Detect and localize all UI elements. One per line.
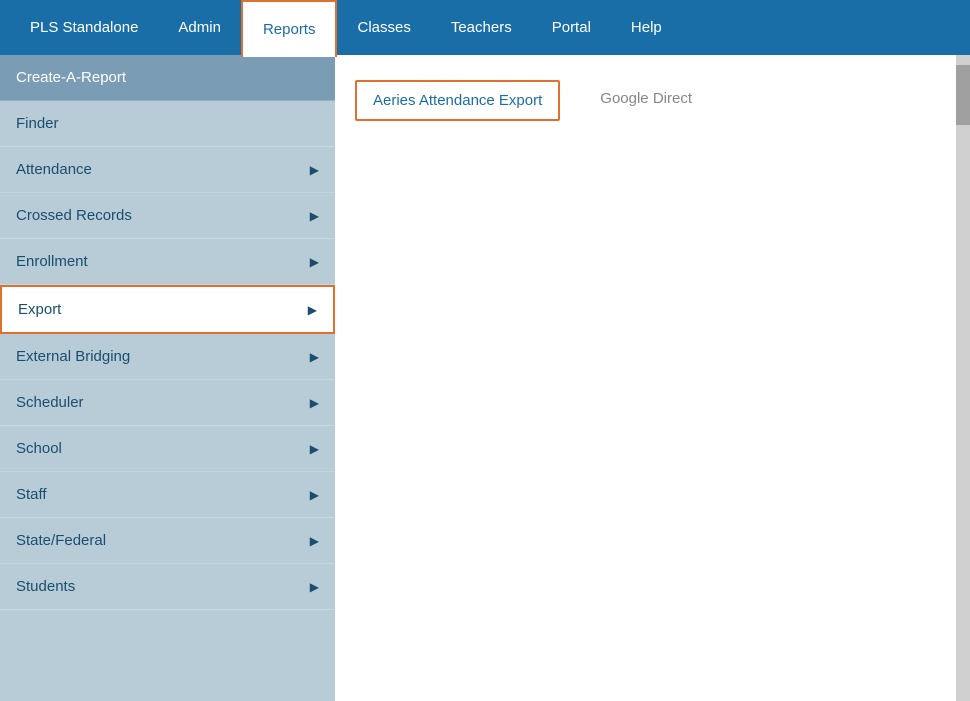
sidebar-item-label-enrollment: Enrollment xyxy=(16,253,88,270)
chevron-icon: ▶ xyxy=(310,209,319,223)
nav-item-teachers[interactable]: Teachers xyxy=(431,0,532,55)
chevron-icon: ▶ xyxy=(308,303,317,317)
sidebar-item-label-scheduler: Scheduler xyxy=(16,394,84,411)
sidebar-item-enrollment[interactable]: Enrollment ▶ xyxy=(0,239,335,285)
sidebar-item-label-external-bridging: External Bridging xyxy=(16,348,130,365)
sidebar-item-students[interactable]: Students ▶ xyxy=(0,564,335,610)
nav-item-pls-standalone[interactable]: PLS Standalone xyxy=(10,0,158,55)
sidebar-item-scheduler[interactable]: Scheduler ▶ xyxy=(0,380,335,426)
chevron-icon: ▶ xyxy=(310,442,319,456)
chevron-icon: ▶ xyxy=(310,488,319,502)
sidebar-item-label-export: Export xyxy=(18,301,61,318)
scrollbar-track[interactable] xyxy=(956,55,970,701)
sidebar-item-label-staff: Staff xyxy=(16,486,47,503)
chevron-icon: ▶ xyxy=(310,255,319,269)
top-nav: PLS StandaloneAdminReportsClassesTeacher… xyxy=(0,0,970,55)
nav-item-help[interactable]: Help xyxy=(611,0,682,55)
nav-item-portal[interactable]: Portal xyxy=(532,0,611,55)
sidebar-item-label-state-federal: State/Federal xyxy=(16,532,106,549)
chevron-icon: ▶ xyxy=(310,534,319,548)
main-area: Create-A-ReportFinderAttendance▶Crossed … xyxy=(0,55,970,701)
sidebar-item-label-create-a-report: Create-A-Report xyxy=(16,69,126,86)
chevron-icon: ▶ xyxy=(310,396,319,410)
sidebar-item-label-attendance: Attendance xyxy=(16,161,92,178)
content-item-google-direct[interactable]: Google Direct xyxy=(600,80,692,117)
sidebar-item-label-crossed-records: Crossed Records xyxy=(16,207,132,224)
sidebar-item-state-federal[interactable]: State/Federal ▶ xyxy=(0,518,335,564)
sidebar-item-create-a-report[interactable]: Create-A-Report xyxy=(0,55,335,101)
sidebar-item-label-school: School xyxy=(16,440,62,457)
chevron-icon: ▶ xyxy=(310,163,319,177)
nav-item-admin[interactable]: Admin xyxy=(158,0,241,55)
chevron-icon: ▶ xyxy=(310,580,319,594)
sidebar-item-external-bridging[interactable]: External Bridging ▶ xyxy=(0,334,335,380)
content-area: Aeries Attendance Export Google Direct xyxy=(335,55,970,701)
chevron-icon: ▶ xyxy=(310,350,319,364)
sidebar-item-crossed-records[interactable]: Crossed Records ▶ xyxy=(0,193,335,239)
nav-item-classes[interactable]: Classes xyxy=(337,0,430,55)
sidebar-item-staff[interactable]: Staff ▶ xyxy=(0,472,335,518)
sidebar-item-finder[interactable]: Finder xyxy=(0,101,335,147)
sidebar-item-export[interactable]: Export ▶ xyxy=(0,285,335,334)
sidebar-item-attendance[interactable]: Attendance ▶ xyxy=(0,147,335,193)
sidebar: Create-A-ReportFinderAttendance▶Crossed … xyxy=(0,55,335,701)
sidebar-item-label-finder: Finder xyxy=(16,115,59,132)
sidebar-item-label-students: Students xyxy=(16,578,75,595)
nav-item-reports[interactable]: Reports xyxy=(241,0,338,57)
content-item-aeries-attendance-export[interactable]: Aeries Attendance Export xyxy=(355,80,560,121)
scrollbar-thumb[interactable] xyxy=(956,65,970,125)
sidebar-item-school[interactable]: School ▶ xyxy=(0,426,335,472)
